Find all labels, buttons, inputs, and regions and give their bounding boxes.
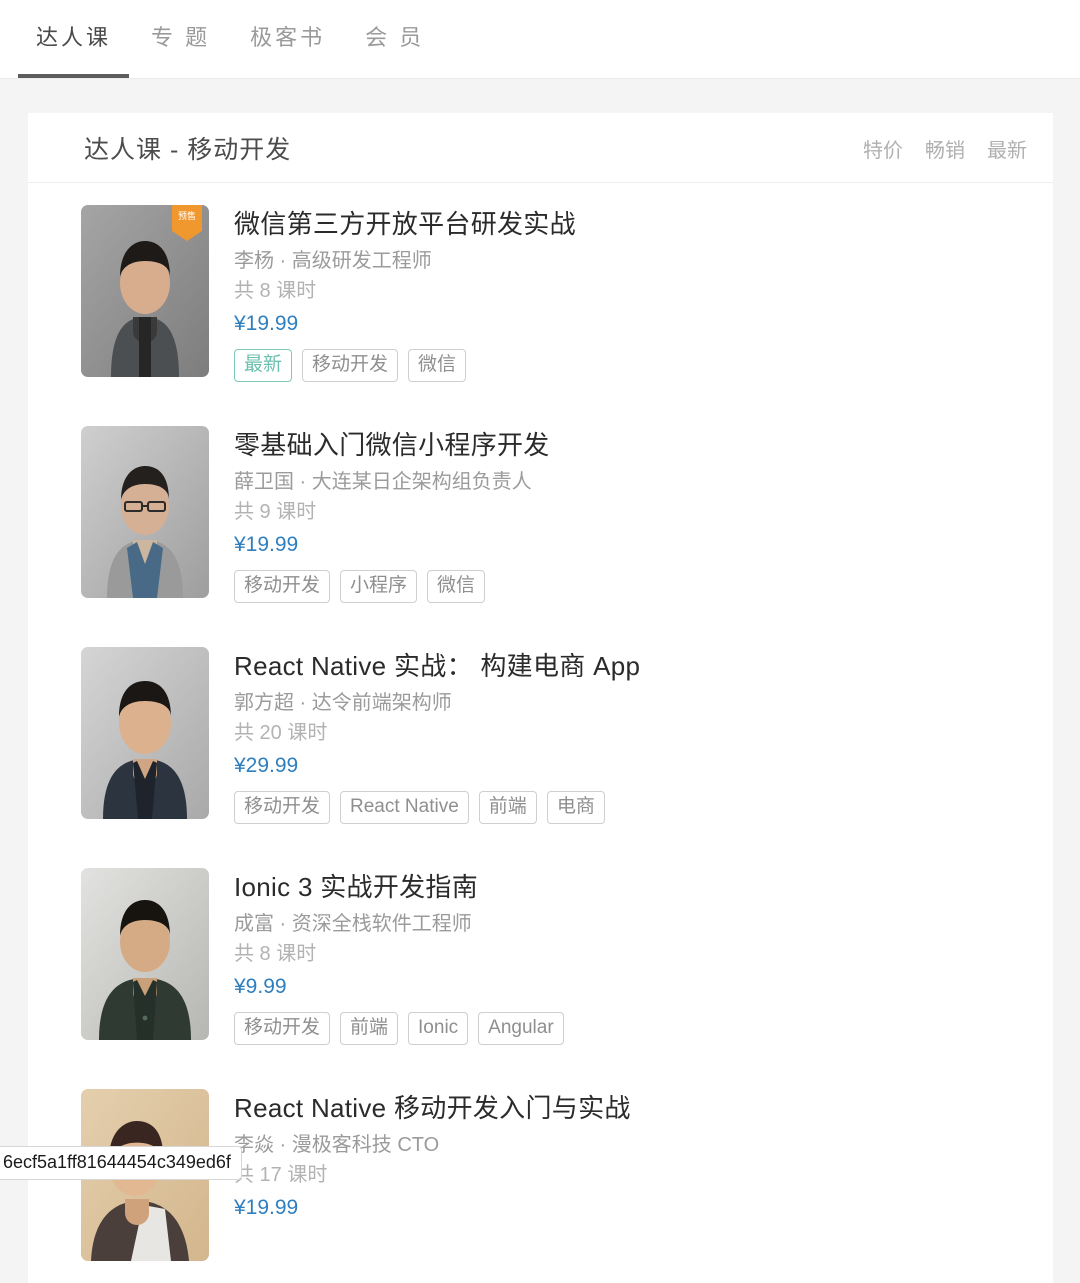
top-tab-bar: 达人课 专 题 极客书 会 员	[0, 0, 1080, 79]
course-lesson-count: 共 8 课时	[234, 939, 564, 969]
course-info: 微信第三方开放平台研发实战 李杨 · 高级研发工程师 共 8 课时 ¥19.99…	[209, 205, 576, 382]
course-lesson-count: 共 9 课时	[234, 497, 550, 527]
course-tags: 移动开发 小程序 微信	[234, 570, 550, 603]
course-tag[interactable]: Ionic	[408, 1012, 468, 1045]
course-lesson-count: 共 17 课时	[234, 1160, 631, 1190]
course-list-item[interactable]: 零基础入门微信小程序开发 薛卫国 · 大连某日企架构组负责人 共 9 课时 ¥1…	[28, 404, 1053, 625]
tab-active-underline	[18, 74, 129, 79]
course-tags: 最新 移动开发 微信	[234, 349, 576, 382]
course-tag[interactable]: 移动开发	[234, 1012, 330, 1045]
course-list-item[interactable]: 预售 微信第三方开放平台研发实战 李杨 · 高级研发工程师 共 8 课时 ¥19…	[28, 183, 1053, 404]
course-price: ¥19.99	[234, 530, 550, 560]
tab-huiyuan[interactable]: 会 员	[345, 20, 444, 79]
tab-darenke[interactable]: 达人课	[16, 20, 131, 79]
course-price: ¥9.99	[234, 972, 564, 1002]
course-author: 薛卫国 · 大连某日企架构组负责人	[234, 467, 550, 497]
instructor-photo	[81, 426, 209, 598]
course-price: ¥29.99	[234, 751, 640, 781]
course-tag[interactable]: 移动开发	[302, 349, 398, 382]
course-tag[interactable]: 微信	[427, 570, 485, 603]
course-list-item[interactable]: React Native 实战： 构建电商 App 郭方超 · 达令前端架构师 …	[28, 625, 1053, 846]
course-tag[interactable]: 前端	[479, 791, 537, 824]
tab-jikeshu[interactable]: 极客书	[230, 20, 345, 79]
tab-label: 达人课	[36, 25, 111, 50]
course-tags: 移动开发 前端 Ionic Angular	[234, 1012, 564, 1045]
course-thumbnail[interactable]	[81, 426, 209, 598]
course-list-item[interactable]: Ionic 3 实战开发指南 成富 · 资深全栈软件工程师 共 8 课时 ¥9.…	[28, 846, 1053, 1067]
course-thumbnail[interactable]	[81, 647, 209, 819]
course-tag[interactable]: 移动开发	[234, 570, 330, 603]
course-thumbnail[interactable]: 预售	[81, 205, 209, 377]
course-info: React Native 实战： 构建电商 App 郭方超 · 达令前端架构师 …	[209, 647, 640, 824]
course-info: 零基础入门微信小程序开发 薛卫国 · 大连某日企架构组负责人 共 9 课时 ¥1…	[209, 426, 550, 603]
page-title: 达人课 - 移动开发	[84, 130, 291, 166]
course-price: ¥19.99	[234, 1193, 631, 1223]
tab-label: 极客书	[250, 25, 325, 50]
sort-option-special[interactable]: 特价	[863, 134, 903, 163]
sort-options: 特价 畅销 最新	[863, 134, 1027, 163]
tab-label: 会 员	[365, 25, 424, 50]
course-tag[interactable]: Angular	[478, 1012, 564, 1045]
instructor-photo	[81, 868, 209, 1040]
course-title: React Native 实战： 构建电商 App	[234, 649, 640, 683]
course-tag[interactable]: 电商	[547, 791, 605, 824]
course-author: 郭方超 · 达令前端架构师	[234, 688, 640, 718]
course-author: 李杨 · 高级研发工程师	[234, 246, 576, 276]
course-lesson-count: 共 20 课时	[234, 718, 640, 748]
course-info: React Native 移动开发入门与实战 李焱 · 漫极客科技 CTO 共 …	[209, 1089, 631, 1261]
tab-label: 专 题	[151, 25, 210, 50]
course-tag[interactable]: 微信	[408, 349, 466, 382]
course-lesson-count: 共 8 课时	[234, 276, 576, 306]
card-header: 达人课 - 移动开发 特价 畅销 最新	[28, 113, 1053, 183]
course-info: Ionic 3 实战开发指南 成富 · 资深全栈软件工程师 共 8 课时 ¥9.…	[209, 868, 564, 1045]
course-tag[interactable]: 前端	[340, 1012, 398, 1045]
course-tag[interactable]: 小程序	[340, 570, 417, 603]
course-price: ¥19.99	[234, 309, 576, 339]
course-title: 零基础入门微信小程序开发	[234, 428, 550, 462]
course-tag[interactable]: 最新	[234, 349, 292, 382]
course-title: Ionic 3 实战开发指南	[234, 870, 564, 904]
course-tag[interactable]: 移动开发	[234, 791, 330, 824]
course-author: 成富 · 资深全栈软件工程师	[234, 909, 564, 939]
course-tag[interactable]: React Native	[340, 791, 469, 824]
course-list: 预售 微信第三方开放平台研发实战 李杨 · 高级研发工程师 共 8 课时 ¥19…	[28, 183, 1053, 1283]
tab-zhuanti[interactable]: 专 题	[131, 20, 230, 79]
course-thumbnail[interactable]	[81, 868, 209, 1040]
course-author: 李焱 · 漫极客科技 CTO	[234, 1130, 631, 1160]
course-title: React Native 移动开发入门与实战	[234, 1091, 631, 1125]
course-list-card: 达人课 - 移动开发 特价 畅销 最新	[28, 113, 1053, 1283]
instructor-photo	[81, 647, 209, 819]
status-bar-link-preview: 6ecf5a1ff81644454c349ed6f	[0, 1146, 242, 1180]
course-tags: 移动开发 React Native 前端 电商	[234, 791, 640, 824]
course-title: 微信第三方开放平台研发实战	[234, 207, 576, 241]
sort-option-bestselling[interactable]: 畅销	[925, 134, 965, 163]
sort-option-newest[interactable]: 最新	[987, 134, 1027, 163]
